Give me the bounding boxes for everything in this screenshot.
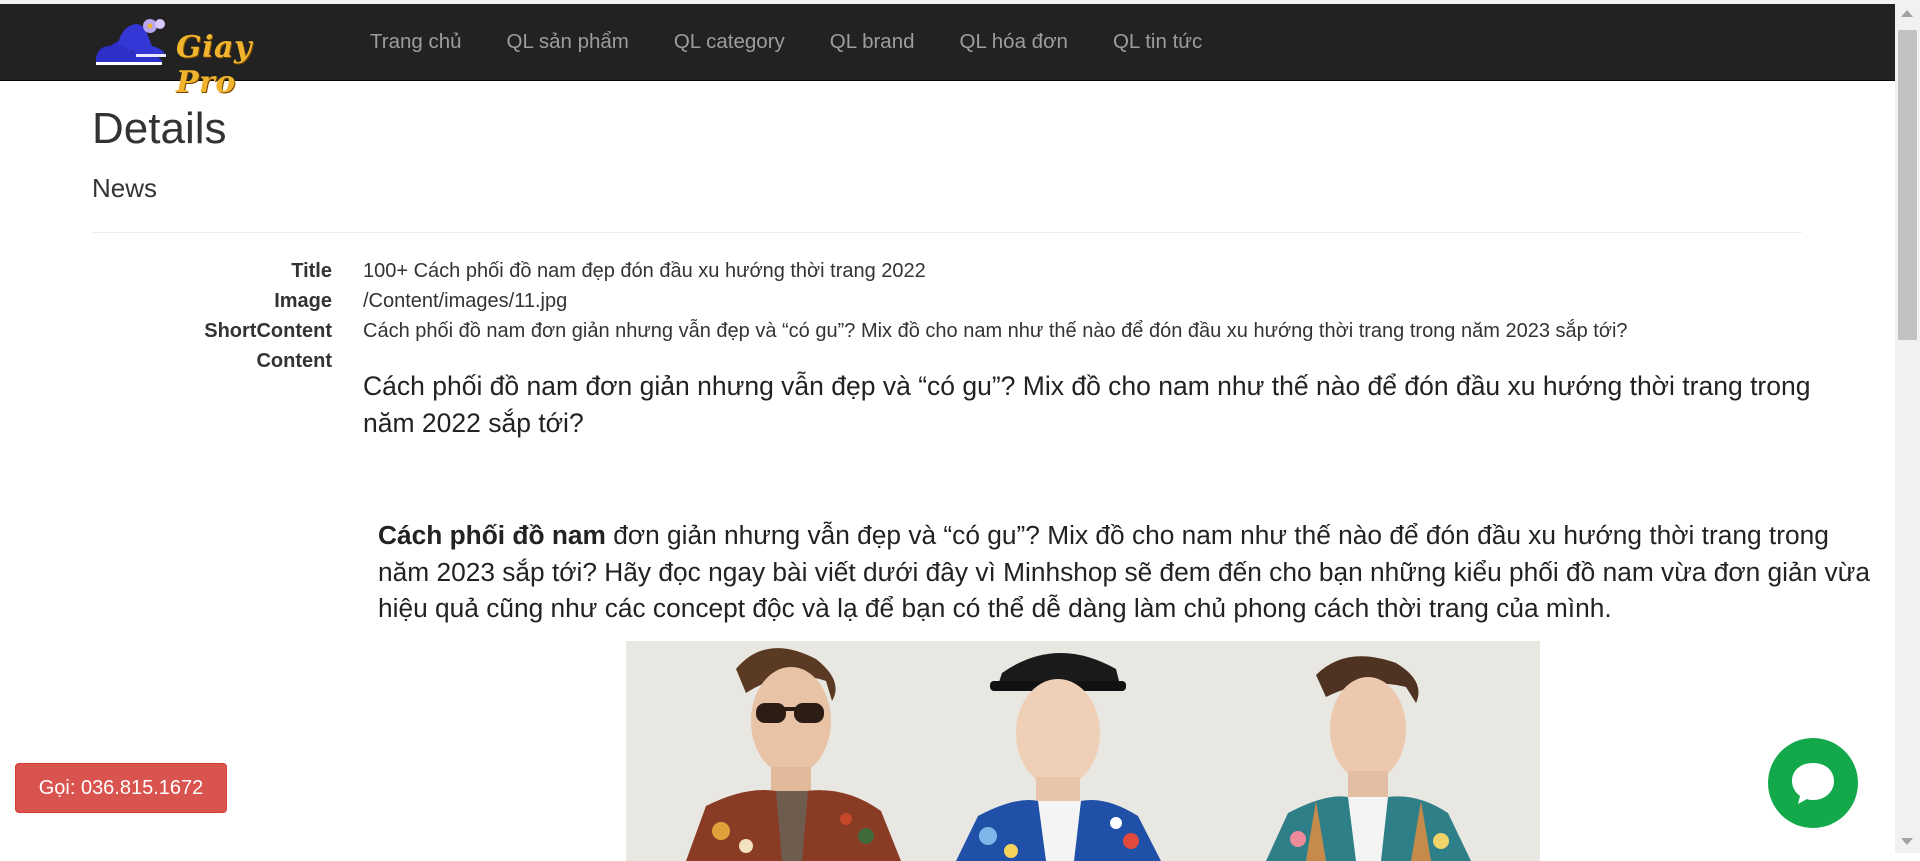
fashion-models-image [626, 641, 1540, 861]
nav-invoices[interactable]: QL hóa đơn [937, 4, 1090, 80]
detail-value-shortcontent: Cách phối đồ nam đơn giản nhưng vẫn đẹp … [363, 320, 1628, 342]
content-body-paragraph: Cách phối đồ nam đơn giản nhưng vẫn đẹp … [378, 517, 1878, 627]
article-photo [626, 641, 1540, 861]
brand-name: Giay Pro [176, 30, 252, 100]
page-scrollbar[interactable] [1895, 0, 1920, 853]
call-phone-button[interactable]: Gọi: 036.815.1672 [15, 763, 227, 813]
page-subtitle: News [92, 173, 158, 203]
page-title: Details [92, 104, 227, 153]
nav-category[interactable]: QL category [651, 4, 807, 80]
chat-bubble-icon [1792, 763, 1834, 804]
nav-news[interactable]: QL tin tức [1090, 4, 1224, 80]
scroll-thumb[interactable] [1898, 30, 1917, 340]
detail-label-shortcontent: ShortContent [204, 320, 332, 342]
content-lead-paragraph: Cách phối đồ nam đơn giản nhưng vẫn đẹp … [363, 371, 1811, 438]
scroll-down-arrow-icon[interactable] [1901, 838, 1913, 845]
detail-label-title: Title [291, 260, 332, 282]
detail-label-content: Content [256, 350, 332, 372]
nav-home[interactable]: Trang chủ [348, 4, 484, 80]
nav-brand[interactable]: QL brand [807, 4, 937, 80]
detail-value-title: 100+ Cách phối đồ nam đẹp đón đầu xu hướ… [363, 260, 926, 282]
detail-label-image: Image [274, 290, 332, 312]
main-nav: Trang chủ QL sản phẩm QL category QL bra… [348, 4, 1225, 80]
detail-value-image: /Content/images/11.jpg [363, 290, 568, 312]
brand-logo[interactable]: Giay Pro [92, 12, 282, 100]
navbar: Giay Pro Trang chủ QL sản phẩm QL catego… [0, 4, 1895, 100]
chat-button[interactable] [1768, 738, 1858, 828]
scroll-up-arrow-icon[interactable] [1901, 10, 1913, 17]
divider [92, 232, 1802, 233]
content-bold-phrase: Cách phối đồ nam [378, 520, 606, 550]
shoe-logo-icon [96, 19, 166, 65]
nav-products[interactable]: QL sản phẩm [484, 4, 651, 80]
